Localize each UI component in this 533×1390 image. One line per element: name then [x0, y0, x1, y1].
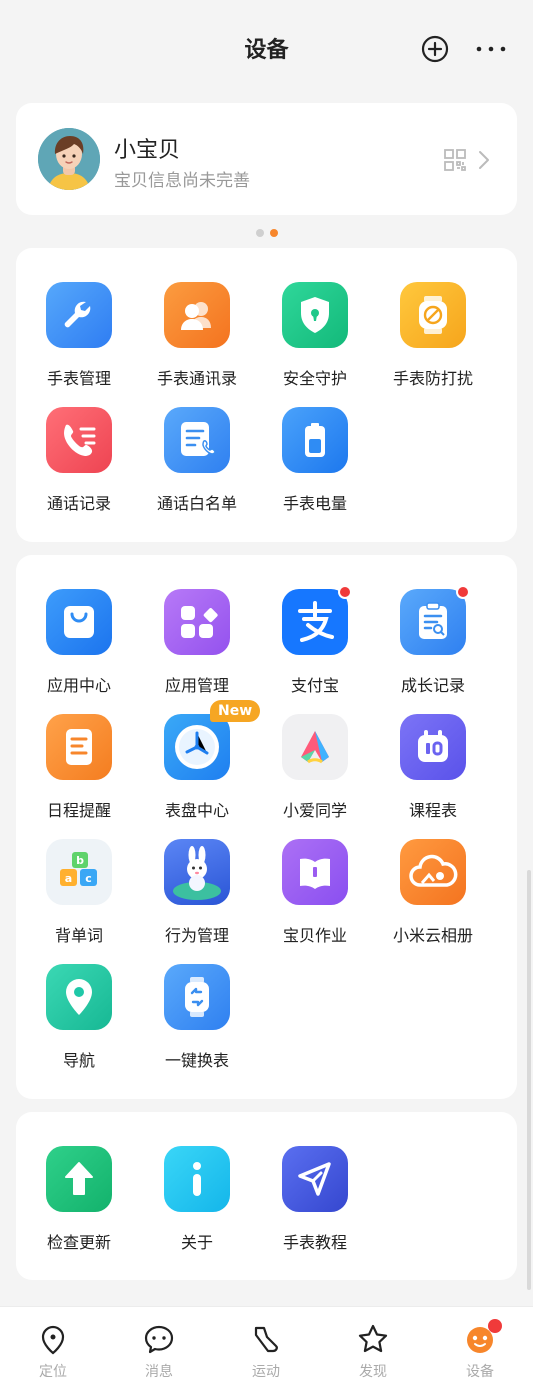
grid-item-switch-watch[interactable]: 一键换表 [138, 964, 256, 1074]
location-icon [37, 1323, 69, 1355]
app-store-bag-icon [46, 589, 112, 655]
discover-star-icon [357, 1323, 389, 1355]
growth-clipboard-icon [400, 585, 470, 655]
page-title: 设备 [244, 38, 289, 63]
info-icon [164, 1146, 230, 1212]
battery-icon [282, 407, 348, 473]
indicator-dot [256, 229, 264, 237]
notification-badge [338, 585, 352, 599]
grid-item-behavior-manage[interactable]: 行为管理 [138, 839, 256, 949]
grid-item-about[interactable]: 关于 [138, 1146, 256, 1256]
switch-watch-icon [164, 964, 230, 1030]
grid-item-do-not-disturb[interactable]: 手表防打扰 [374, 282, 492, 392]
homework-book-icon [282, 839, 348, 905]
grid-item-timetable[interactable]: 课程表 [374, 714, 492, 824]
watch-face-icon: New [164, 700, 261, 780]
watch-functions-card: 手表管理 手表通讯录 安全守护 手表防打扰 通话记录 通话白名单 手表电量 [16, 248, 517, 542]
do-not-disturb-watch-icon [400, 282, 466, 348]
new-tag: New [210, 700, 261, 722]
grid-item-call-log[interactable]: 通话记录 [20, 407, 138, 517]
grid-item-watch-contacts[interactable]: 手表通讯录 [138, 282, 256, 392]
wrench-icon [46, 282, 112, 348]
apps-card: 应用中心 应用管理 支付宝 成长记录 日程提醒 New 表盘中心 小爱同学 课程… [16, 555, 517, 1099]
profile-hint: 宝贝信息尚未完善 [114, 171, 250, 191]
navigation-pin-icon [46, 964, 112, 1030]
add-icon[interactable] [420, 34, 450, 64]
sport-shoe-icon [250, 1323, 282, 1355]
qr-code-icon[interactable] [443, 148, 467, 172]
grid-item-watch-battery[interactable]: 手表电量 [256, 407, 374, 517]
grid-item-xiaoai[interactable]: 小爱同学 [256, 714, 374, 824]
chevron-right-icon[interactable] [478, 150, 490, 170]
cloud-album-icon [400, 839, 466, 905]
schedule-icon [46, 714, 112, 780]
nav-item-device[interactable]: 设备 [427, 1307, 533, 1390]
grid-item-vocabulary[interactable]: bac 背单词 [20, 839, 138, 949]
grid-item-check-update[interactable]: 检查更新 [20, 1146, 138, 1256]
device-icon [464, 1319, 502, 1355]
grid-item-cloud-album[interactable]: 小米云相册 [374, 839, 492, 949]
grid-item-watch-manage[interactable]: 手表管理 [20, 282, 138, 392]
abc-blocks-icon: bac [46, 839, 112, 905]
timetable-icon [400, 714, 466, 780]
contacts-icon [164, 282, 230, 348]
notification-badge [488, 1319, 502, 1333]
bottom-navigation: 定位 消息 运动 发现 设备 [0, 1306, 533, 1390]
grid-item-watch-face[interactable]: New 表盘中心 [138, 700, 261, 824]
nav-item-discover[interactable]: 发现 [320, 1307, 426, 1390]
child-name: 小宝贝 [114, 138, 181, 163]
nav-item-location[interactable]: 定位 [0, 1307, 106, 1390]
grid-item-safety-guard[interactable]: 安全守护 [256, 282, 374, 392]
bunny-astronaut-icon [164, 839, 230, 905]
svg-text:b: b [76, 854, 84, 867]
svg-text:a: a [65, 872, 72, 885]
call-log-icon [46, 407, 112, 473]
scrollbar[interactable] [527, 870, 531, 1290]
notification-badge [456, 585, 470, 599]
nav-item-sport[interactable]: 运动 [213, 1307, 319, 1390]
svg-text:c: c [85, 872, 92, 885]
grid-item-call-whitelist[interactable]: 通话白名单 [138, 407, 256, 517]
xiaoai-icon [282, 714, 348, 780]
app-manage-icon [164, 589, 230, 655]
grid-item-schedule[interactable]: 日程提醒 [20, 714, 138, 824]
grid-item-navigation[interactable]: 导航 [20, 964, 138, 1074]
grid-item-watch-tutorial[interactable]: 手表教程 [256, 1146, 374, 1256]
top-bar: 设备 [0, 0, 533, 96]
grid-item-app-center[interactable]: 应用中心 [20, 589, 138, 699]
message-icon [143, 1323, 175, 1355]
grid-item-app-manage[interactable]: 应用管理 [138, 589, 256, 699]
more-icon[interactable] [474, 34, 508, 64]
alipay-icon [282, 585, 352, 655]
update-arrow-icon [46, 1146, 112, 1212]
profile-card[interactable]: 小宝贝 宝贝信息尚未完善 [16, 103, 517, 215]
whitelist-icon [164, 407, 230, 473]
tutorial-send-icon [282, 1146, 348, 1212]
shield-icon [282, 282, 348, 348]
avatar[interactable] [38, 128, 100, 190]
system-card: 检查更新 关于 手表教程 [16, 1112, 517, 1280]
grid-item-homework[interactable]: 宝贝作业 [256, 839, 374, 949]
nav-item-messages[interactable]: 消息 [106, 1307, 212, 1390]
grid-item-alipay[interactable]: 支付宝 [256, 585, 374, 699]
indicator-dot-active [270, 229, 278, 237]
grid-item-growth-record[interactable]: 成长记录 [374, 585, 492, 699]
